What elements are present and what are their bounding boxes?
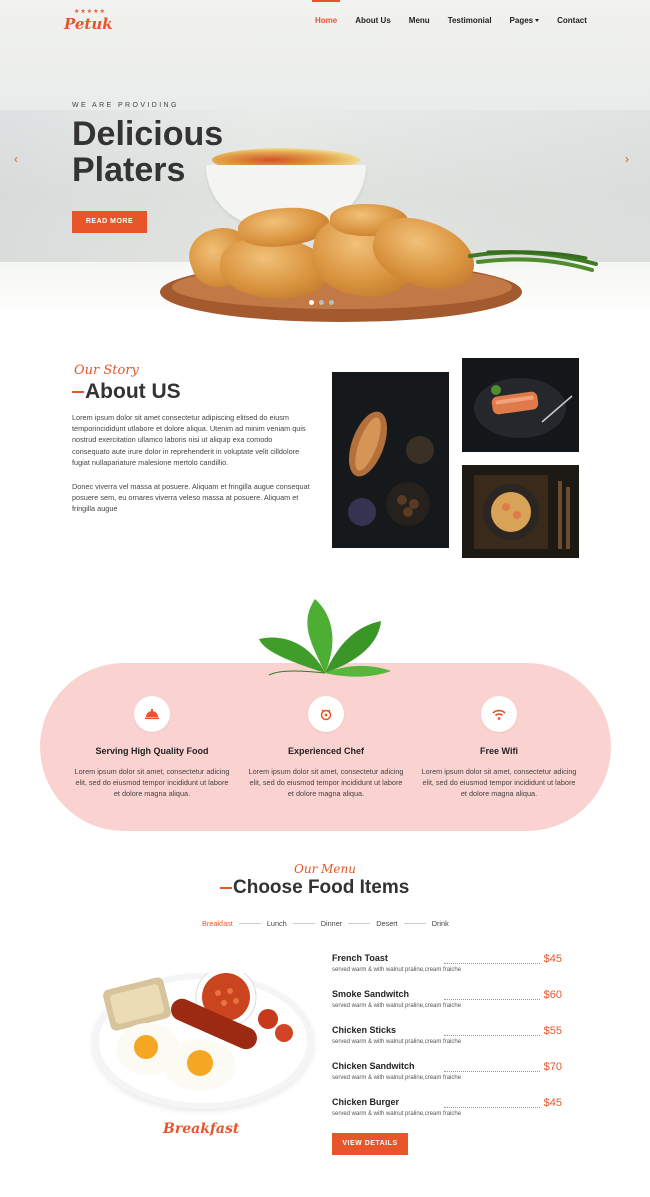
- menu-item-leader: [444, 999, 540, 1000]
- brand-logo[interactable]: ★★★★★ Petuk: [64, 8, 114, 38]
- menu-item-desc: served warm & with walnut praline,cream …: [332, 1003, 462, 1009]
- menu-item-list: French Toast $45 served warm & with waln…: [332, 953, 562, 1133]
- tab-breakfast[interactable]: Breakfast: [202, 919, 233, 928]
- green-beans-image: [468, 250, 598, 272]
- nav-pages-label: Pages: [509, 16, 534, 25]
- menu-item-desc: served warm & with walnut praline,cream …: [332, 1111, 462, 1117]
- chef-icon: [320, 709, 332, 721]
- feature-card-wifi: Free Wifi Lorem ipsum dolor sit amet, co…: [419, 696, 579, 799]
- menu-item-price: $70: [543, 1061, 562, 1073]
- menu-script-heading: Our Menu: [294, 862, 356, 876]
- menu-item-name: Chicken Sticks: [332, 1025, 397, 1035]
- tab-drink[interactable]: Drink: [432, 919, 449, 928]
- menu-item-name: Chicken Sandwitch: [332, 1061, 415, 1071]
- menu-title: Choose Food Items: [220, 877, 409, 899]
- tab-divider: [238, 923, 261, 924]
- feature-title: Experienced Chef: [287, 746, 365, 756]
- plate-caption: Breakfast: [163, 1121, 240, 1137]
- menu-item-name: French Toast: [332, 953, 388, 963]
- menu-item[interactable]: French Toast $45 served warm & with waln…: [332, 953, 562, 989]
- about-script-heading: Our Story: [74, 363, 139, 378]
- menu-item-leader: [444, 963, 540, 964]
- slider-next-icon[interactable]: ›: [625, 152, 629, 166]
- salmon-photo: [462, 358, 579, 452]
- menu-item-desc: served warm & with walnut praline,cream …: [332, 1075, 462, 1081]
- croissant-photo: [332, 372, 449, 548]
- cloche-icon: [145, 709, 159, 720]
- breakfast-plate-image: [92, 966, 314, 1109]
- menu-item-desc: served warm & with walnut praline,cream …: [332, 967, 462, 973]
- menu-item-leader: [444, 1107, 540, 1108]
- nav-about-us[interactable]: About Us: [346, 0, 400, 40]
- menu-item-price: $55: [543, 1025, 562, 1037]
- nav-pages[interactable]: Pages: [501, 0, 549, 40]
- nav-menu[interactable]: Menu: [400, 0, 439, 40]
- tab-dinner[interactable]: Dinner: [321, 919, 343, 928]
- menu-item-leader: [444, 1071, 540, 1072]
- about-title: About US: [72, 380, 181, 404]
- menu-item[interactable]: Chicken Sandwitch $70 served warm & with…: [332, 1061, 562, 1097]
- nav-contact[interactable]: Contact: [548, 0, 596, 40]
- slider-prev-icon[interactable]: ‹: [14, 152, 18, 166]
- slider-dots: [309, 300, 334, 305]
- menu-item[interactable]: Chicken Sticks $55 served warm & with wa…: [332, 1025, 562, 1061]
- mint-leaves-image: [259, 599, 391, 677]
- tab-lunch[interactable]: Lunch: [267, 919, 287, 928]
- hero-kicker: WE ARE PROVIDING: [72, 102, 179, 109]
- logo-stars: ★★★★★: [74, 9, 106, 15]
- logo-text: Petuk: [64, 15, 113, 33]
- feature-icon-circle: [134, 696, 170, 732]
- about-paragraph: Donec viverra vel massa at posuere. Aliq…: [72, 482, 310, 514]
- slider-dot[interactable]: [319, 300, 324, 305]
- feature-text: Lorem ipsum dolor sit amet, consectetur …: [74, 767, 230, 798]
- feature-card-chef: Experienced Chef Lorem ipsum dolor sit a…: [246, 696, 406, 799]
- menu-item-leader: [444, 1035, 540, 1036]
- tab-divider: [292, 923, 315, 924]
- view-details-button[interactable]: VIEW DETAILS: [332, 1133, 408, 1155]
- menu-item-price: $60: [543, 989, 562, 1001]
- feature-card-quality-food: Serving High Quality Food Lorem ipsum do…: [72, 696, 232, 799]
- feature-text: Lorem ipsum dolor sit amet, consectetur …: [248, 767, 404, 798]
- chevron-down-icon: [535, 19, 540, 23]
- slider-dot[interactable]: [329, 300, 334, 305]
- menu-item[interactable]: Smoke Sandwitch $60 served warm & with w…: [332, 989, 562, 1025]
- menu-tabs: Breakfast Lunch Dinner Desert Drink: [202, 919, 449, 928]
- menu-item-price: $45: [543, 1097, 562, 1109]
- menu-item[interactable]: Chicken Burger $45 served warm & with wa…: [332, 1097, 562, 1133]
- read-more-button[interactable]: READ MORE: [72, 211, 147, 233]
- tab-divider: [348, 923, 371, 924]
- menu-item-desc: served warm & with walnut praline,cream …: [332, 1039, 462, 1045]
- main-nav: Home About Us Menu Testimonial Pages Con…: [306, 0, 596, 40]
- feature-title: Free Wifi: [480, 746, 518, 756]
- menu-item-price: $45: [543, 953, 562, 965]
- menu-item-name: Chicken Burger: [332, 1097, 400, 1107]
- feature-text: Lorem ipsum dolor sit amet, consectetur …: [421, 767, 577, 798]
- nav-home[interactable]: Home: [306, 0, 346, 40]
- slider-dot-active[interactable]: [309, 300, 314, 305]
- tab-desert[interactable]: Desert: [376, 919, 398, 928]
- feature-title: Serving High Quality Food: [95, 746, 209, 756]
- feature-icon-circle: [481, 696, 517, 732]
- menu-item-name: Smoke Sandwitch: [332, 989, 410, 999]
- hero-title: Delicious Platers: [72, 115, 224, 189]
- tab-divider: [403, 923, 426, 924]
- feature-icon-circle: [308, 696, 344, 732]
- hero-slider: ★★★★★ Petuk Home About Us Menu Testimoni…: [0, 0, 650, 322]
- nav-testimonial[interactable]: Testimonial: [439, 0, 501, 40]
- wifi-icon: [492, 709, 506, 720]
- noodles-photo: [462, 465, 579, 558]
- about-paragraph: Lorem ipsum dolor sit amet consectetur a…: [72, 413, 306, 467]
